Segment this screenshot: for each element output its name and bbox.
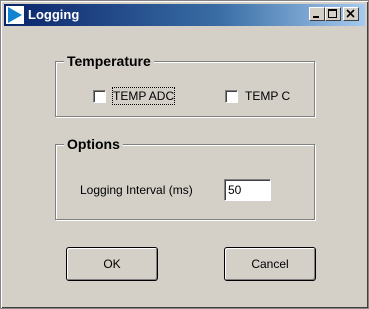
title-bar[interactable]: Logging [4, 4, 365, 26]
options-group-legend: Options [64, 136, 123, 152]
app-icon [6, 6, 24, 24]
maximize-icon [328, 9, 337, 18]
logging-interval-input[interactable] [224, 179, 271, 201]
temp-c-checkbox[interactable]: TEMP C [225, 88, 290, 104]
minimize-icon [313, 16, 319, 18]
cancel-button-label: Cancel [251, 257, 289, 271]
close-button[interactable] [343, 7, 359, 21]
ok-button-label: OK [103, 257, 121, 271]
logging-interval-label: Logging Interval (ms) [80, 183, 193, 197]
maximize-button[interactable] [325, 7, 341, 21]
temp-adc-checkbox-box[interactable] [93, 89, 106, 103]
cancel-button[interactable]: Cancel [224, 247, 316, 281]
temp-c-checkbox-box[interactable] [225, 89, 238, 103]
close-icon [346, 9, 355, 18]
minimize-button[interactable] [309, 7, 325, 21]
temp-c-label[interactable]: TEMP C [245, 88, 290, 104]
temp-adc-label[interactable]: TEMP ADC [111, 87, 176, 105]
logging-dialog: Logging Temperature TEMP ADC TEMP C Opti… [0, 0, 369, 309]
ok-button[interactable]: OK [66, 247, 158, 281]
window-title: Logging [28, 7, 80, 22]
temperature-group-legend: Temperature [64, 53, 154, 69]
temp-adc-checkbox[interactable]: TEMP ADC [93, 87, 176, 105]
